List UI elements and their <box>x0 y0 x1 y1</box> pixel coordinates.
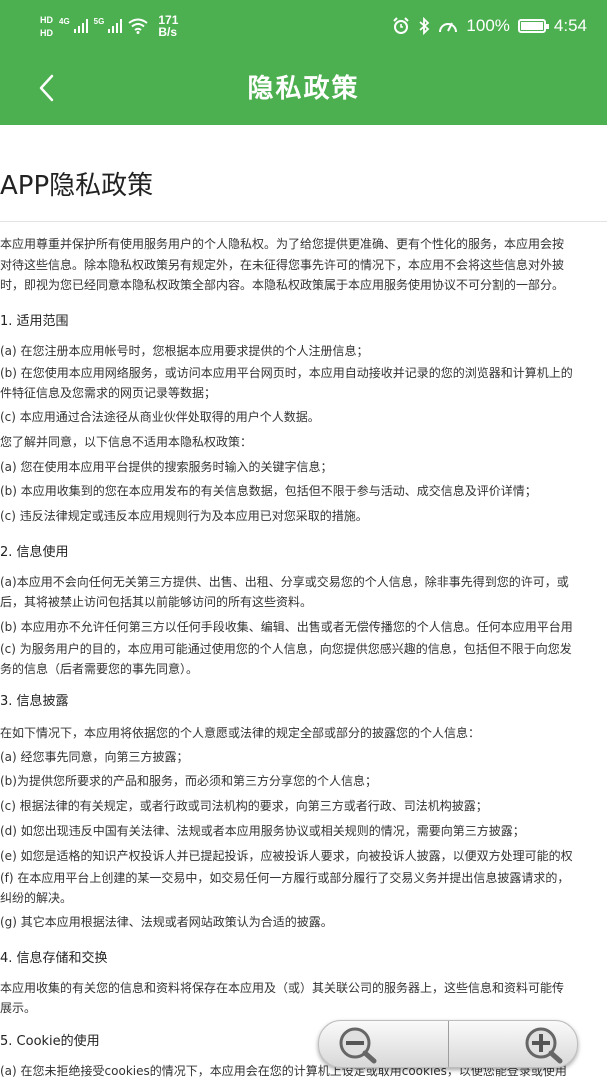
policy-content[interactable]: APP隐私政策 本应用尊重并保护所有使用服务用户的个人隐私权。为了给您提供更准确… <box>0 125 607 1080</box>
section-heading: 3. 信息披露 <box>0 694 69 709</box>
status-left: HD HD 4G 5G 171 B/s <box>40 14 178 38</box>
policy-line: (b) 在您使用本应用网络服务，或访问本应用平台网页时，本应用自动接收并记录的您… <box>0 366 573 380</box>
battery-icon <box>517 19 549 33</box>
section-heading: 4. 信息存储和交换 <box>0 951 108 966</box>
policy-line: 展示。 <box>0 1001 37 1015</box>
battery-level <box>520 22 543 30</box>
policy-line: (a) 经您事先同意，向第三方披露； <box>0 750 189 764</box>
policy-line: 在如下情况下，本应用将依据您的个人意愿或法律的规定全部或部分的披露您的个人信息： <box>0 726 481 740</box>
status-right: 100% 4:54 <box>392 16 587 36</box>
hd-badge-1: HD <box>40 14 53 25</box>
policy-line: (f) 在本应用平台上创建的某一交易中，如交易任何一方履行或部分履行了交易义务并… <box>0 871 570 885</box>
policy-line: 您了解并同意，以下信息不适用本隐私权政策： <box>0 435 253 449</box>
policy-line: 务的信息（后者需要您的事先同意）。 <box>0 662 199 676</box>
policy-line: (b)为提供您所要求的产品和服务，而必须和第三方分享您的个人信息； <box>0 774 377 788</box>
status-bar: HD HD 4G 5G 171 B/s 100% 4:54 <box>0 0 607 52</box>
battery-percent: 100% <box>466 16 510 35</box>
section-heading: 5. Cookie的使用 <box>0 1034 100 1049</box>
policy-line: (a) 在您注册本应用帐号时，您根据本应用要求提供的个人注册信息； <box>0 344 369 358</box>
policy-line: (e) 如您是适格的知识产权投诉人并已提起投诉，应被投诉人要求，向被投诉人披露，… <box>0 849 573 863</box>
section-heading: 1. 适用范围 <box>0 314 69 329</box>
page-title: 隐私政策 <box>247 74 360 104</box>
network-speed: 171 B/s <box>158 14 178 38</box>
policy-line: (a)本应用不会向任何无关第三方提供、出售、出租、分享或交易您的个人信息，除非事… <box>0 575 569 589</box>
speed-unit: B/s <box>158 25 178 39</box>
signal-icon-1 <box>73 19 88 33</box>
policy-line: 对待这些信息。除本隐私权政策另有规定外，在未征得您事先许可的情况下，本应用不会将… <box>0 258 565 272</box>
hd-badge-2: HD <box>40 27 53 38</box>
policy-line: 时，即视为您已经同意本隐私权政策全部内容。本隐私权政策属于本应用服务使用协议不可… <box>0 278 565 292</box>
policy-line: 本应用尊重并保护所有使用服务用户的个人隐私权。为了给您提供更准确、更有个性化的服… <box>0 237 565 251</box>
policy-line: (b) 本应用收集到的您在本应用发布的有关信息数据，包括但不限于参与活动、成交信… <box>0 484 537 498</box>
zoom-in-button[interactable] <box>447 1021 578 1067</box>
policy-line: (b) 本应用亦不允许任何第三方以任何手段收集、编辑、出售或者无偿传播您的个人信… <box>0 620 573 634</box>
policy-line: (g) 其它本应用根据法律、法规或者网站政策认为合适的披露。 <box>0 915 333 929</box>
clock: 4:54 <box>553 16 587 35</box>
policy-line: (a) 您在使用本应用平台提供的搜索服务时输入的关键字信息； <box>0 460 333 474</box>
network-type-1: 4G <box>59 16 70 26</box>
zoom-controls <box>318 1020 578 1068</box>
network-type-2: 5G <box>93 16 105 26</box>
policy-line: (c) 根据法律的有关规定，或者行政或司法机构的要求，向第三方或者行政、司法机构… <box>0 799 488 813</box>
zoom-out-icon <box>339 1027 377 1064</box>
policy-line: 件特征信息及您需求的网页记录等数据； <box>0 386 217 400</box>
document-title: APP隐私政策 <box>0 171 154 201</box>
title-divider <box>0 221 607 222</box>
policy-line: 后，其将被禁止访问包括其以前能够访问的所有这些资料。 <box>0 595 313 609</box>
wifi-icon <box>128 18 148 34</box>
policy-line: (c) 违反法律规定或违反本应用规则行为及本应用已对您采取的措施。 <box>0 509 368 523</box>
bluetooth-icon <box>419 17 430 35</box>
policy-line: 纠纷的解决。 <box>0 891 73 905</box>
policy-line: 本应用收集的有关您的信息和资料将保存在本应用及（或）其关联公司的服务器上，这些信… <box>0 981 565 995</box>
zoom-out-button[interactable] <box>319 1021 448 1067</box>
section-heading: 2. 信息使用 <box>0 545 69 560</box>
policy-line: (c) 为服务用户的目的，本应用可能通过使用您的个人信息，向您提供您感兴趣的信息… <box>0 642 572 656</box>
speedometer-icon <box>439 22 458 33</box>
signal-icon-2 <box>108 19 123 33</box>
policy-line: (d) 如您出现违反中国有关法律、法规或者本应用服务协议或相关规则的情况，需要向… <box>0 824 525 838</box>
zoom-in-icon <box>525 1027 563 1064</box>
alarm-icon <box>393 17 410 34</box>
policy-line: (c) 本应用通过合法途径从商业伙伴处取得的用户个人数据。 <box>0 410 320 424</box>
app-header: 隐私政策 <box>0 52 607 125</box>
